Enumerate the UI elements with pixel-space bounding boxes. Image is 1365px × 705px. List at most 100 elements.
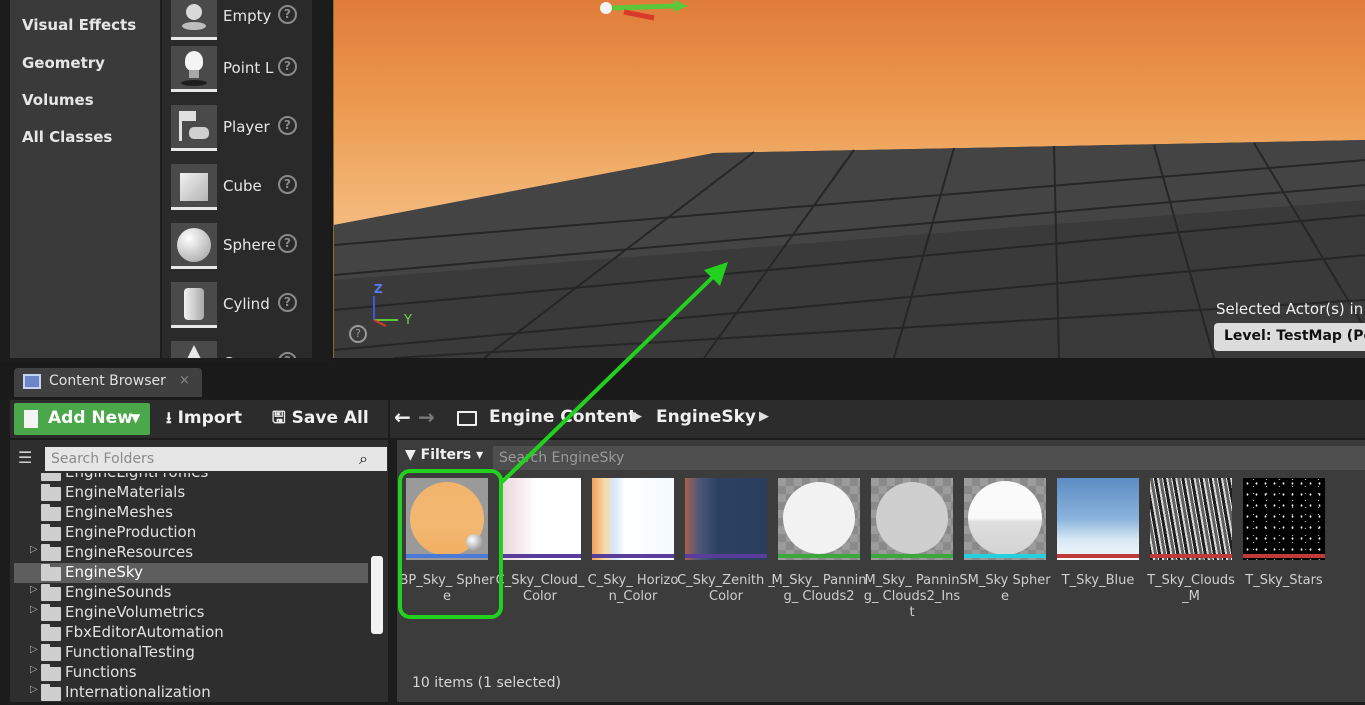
close-icon[interactable]: × [179, 373, 190, 388]
folder-item[interactable]: ▷ EngineSounds [14, 583, 368, 603]
add-new-label: Add New [48, 408, 133, 428]
asset-name: C_Sky_ Horizon_Color [587, 573, 679, 604]
folder-item[interactable]: ▷ EngineVolumetrics [14, 603, 368, 623]
folder-name: FunctionalTesting [65, 643, 195, 661]
asset-type-bar [499, 554, 581, 558]
help-icon[interactable]: ? [278, 116, 297, 135]
help-icon[interactable]: ? [278, 234, 297, 253]
folder-name: Functions [65, 663, 137, 681]
actor-item-cube[interactable]: Cube ? [162, 162, 312, 218]
expand-arrow-icon[interactable]: ▷ [30, 684, 38, 695]
folder-name: EngineMeshes [65, 503, 173, 521]
viewport-help-icon[interactable]: ? [349, 325, 367, 343]
actor-item-player-start[interactable]: Player ? [162, 103, 312, 159]
expand-arrow-icon[interactable]: ▷ [30, 644, 38, 655]
empty-actor-icon [171, 0, 217, 40]
folder-icon [41, 484, 61, 501]
save-all-button[interactable]: 🖫 Save All [272, 407, 369, 439]
axis-y-label: Y [404, 313, 412, 328]
actor-item-cylinder[interactable]: Cylind ? [162, 280, 312, 336]
asset-thumbnail [592, 478, 674, 560]
help-icon[interactable]: ? [278, 293, 297, 312]
asset-type-bar [778, 554, 860, 558]
help-icon[interactable]: ? [278, 57, 297, 76]
help-icon[interactable]: ? [278, 175, 297, 194]
folder-icon [41, 684, 61, 701]
asset-type-bar [1150, 554, 1232, 558]
filters-button[interactable]: ▼ Filters ▾ [405, 447, 489, 471]
asset-type-bar [964, 554, 1046, 558]
category-volumes[interactable]: Volumes [22, 91, 94, 109]
level-viewport[interactable]: Z Y ? Selected Actor(s) in: Level: TestM… [333, 0, 1365, 358]
chevron-down-icon: ▼ [131, 411, 141, 425]
category-all-classes[interactable]: All Classes [22, 128, 112, 146]
tab-content-browser[interactable]: Content Browser × [14, 368, 202, 397]
place-categories: Visual Effects Geometry Volumes All Clas… [10, 0, 160, 358]
help-icon[interactable]: ? [278, 5, 297, 24]
cube-icon [171, 164, 217, 210]
folder-tree-scrollbar[interactable] [371, 556, 383, 634]
asset-type-bar [871, 554, 953, 558]
breadcrumb-engine-content[interactable]: Engine Content [489, 407, 636, 427]
import-button[interactable]: ⭳ Import [166, 407, 242, 439]
point-light-icon [171, 46, 217, 92]
folder-search-input[interactable] [45, 447, 387, 471]
category-visual-effects[interactable]: Visual Effects [22, 16, 136, 34]
content-browser-tabbar: Content Browser × [0, 362, 1365, 397]
actor-label: Player [223, 118, 270, 136]
asset-name: C_Sky_Zenith _Color [677, 573, 775, 604]
category-geometry[interactable]: Geometry [22, 54, 105, 72]
folder-name: EngineSky [65, 563, 143, 581]
place-actors-panel: Visual Effects Geometry Volumes All Clas… [0, 0, 330, 362]
folder-item[interactable]: ▷ Functions [14, 663, 368, 683]
folder-name: EngineResources [65, 543, 194, 561]
asset-count-status: 10 items (1 selected) [412, 675, 562, 691]
folder-icon [41, 644, 61, 661]
breadcrumb-separator-icon[interactable]: ▶ [759, 409, 769, 424]
tree-view-icon[interactable]: ☰ [18, 448, 40, 468]
asset-type-bar [1243, 554, 1325, 558]
expand-arrow-icon[interactable]: ▷ [30, 664, 38, 675]
folder-item[interactable]: EngineMaterials [14, 483, 368, 503]
folder-item[interactable]: EngineMeshes [14, 503, 368, 523]
actor-item-point-light[interactable]: Point L ? [162, 44, 312, 100]
back-arrow-icon[interactable]: ← [394, 405, 411, 429]
folder-item[interactable]: ▷ FunctionalTesting [14, 643, 368, 663]
asset-thumbnail [964, 478, 1046, 560]
expand-arrow-icon[interactable]: ▷ [30, 544, 38, 555]
folder-icon [41, 584, 61, 601]
asset-thumbnail [778, 478, 860, 560]
asset-thumbnail [499, 478, 581, 560]
folder-item[interactable]: EngineSky [14, 563, 368, 583]
expand-arrow-icon[interactable]: ▷ [30, 584, 38, 595]
asset-name: SM_Sky Sphere [959, 573, 1051, 604]
search-icon: ⌕ [359, 449, 368, 468]
breadcrumb-separator-icon[interactable]: ▶ [632, 409, 642, 424]
forward-arrow-icon[interactable]: → [418, 405, 435, 429]
save-icon: 🖫 [272, 408, 286, 427]
folder-icon [41, 504, 61, 521]
axis-z-label: Z [374, 282, 383, 296]
actor-item-empty[interactable]: Empty ? [162, 0, 312, 48]
asset-type-bar [1057, 554, 1139, 558]
actor-item-cone[interactable]: C ? [162, 339, 312, 358]
folder-icon [41, 524, 61, 541]
sphere-icon [171, 223, 217, 269]
breadcrumb-enginesky[interactable]: EngineSky [656, 407, 756, 427]
folder-item[interactable]: ▷ Internationalization [14, 683, 368, 703]
asset-thumbnail [871, 478, 953, 560]
add-new-button[interactable]: Add New ▼ [14, 403, 150, 435]
folder-item[interactable]: FbxEditorAutomation [14, 623, 368, 643]
actor-item-sphere[interactable]: Sphere ? [162, 221, 312, 277]
chevron-down-icon: ▾ [476, 447, 484, 463]
folder-item[interactable]: EngineProduction [14, 523, 368, 543]
folder-icon [41, 664, 61, 681]
folder-item[interactable]: ▷ EngineResources [14, 543, 368, 563]
folder-name: EngineMaterials [65, 483, 186, 501]
expand-arrow-icon[interactable]: ▷ [30, 604, 38, 615]
actor-label: C [223, 354, 281, 358]
actor-label: Point L [223, 59, 274, 77]
folder-icon [41, 624, 61, 641]
asset-search-input[interactable] [493, 446, 1365, 470]
help-icon[interactable]: ? [278, 352, 297, 358]
